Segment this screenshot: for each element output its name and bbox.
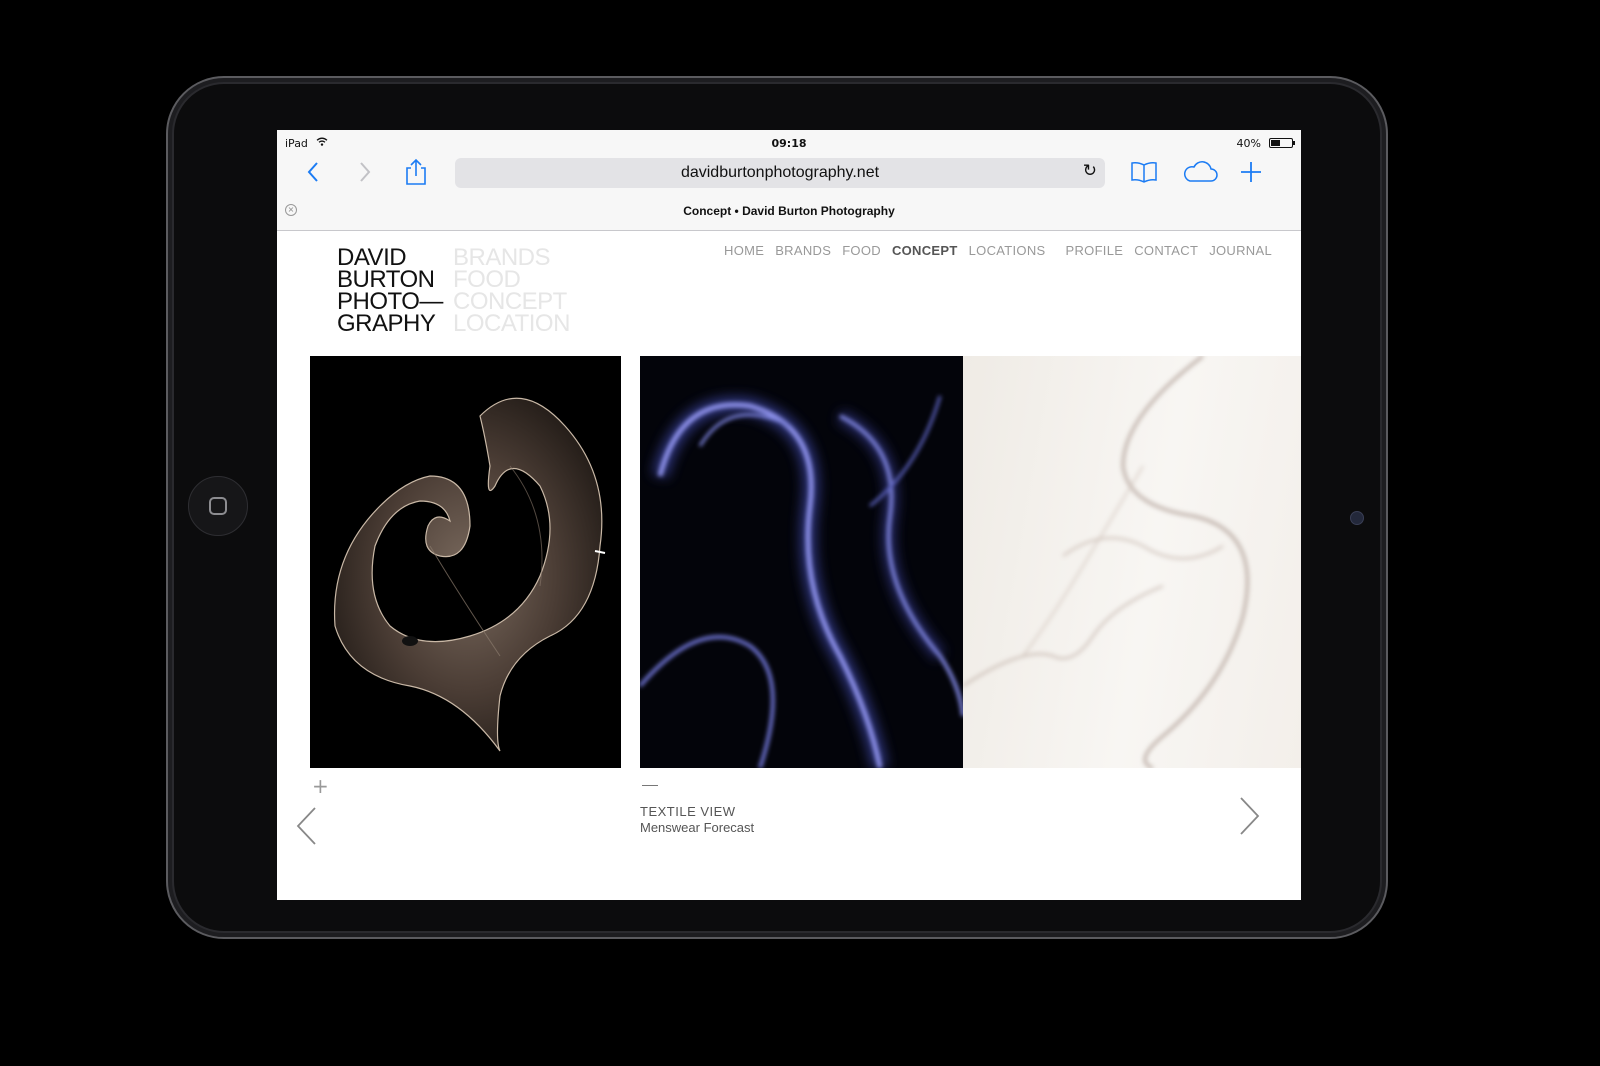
share-button[interactable] bbox=[403, 157, 429, 187]
clock: 09:18 bbox=[771, 137, 807, 150]
caption-subtitle: Menswear Forecast bbox=[640, 820, 755, 835]
status-bar: iPad 09:18 40% bbox=[277, 130, 1301, 152]
icloud-tabs-button[interactable] bbox=[1180, 157, 1220, 187]
front-camera bbox=[1350, 511, 1364, 525]
share-icon bbox=[406, 158, 426, 185]
next-arrow-icon[interactable] bbox=[1239, 796, 1261, 840]
plus-icon bbox=[1241, 162, 1261, 182]
site-logo[interactable]: DAVID BURTON PHOTO— GRAPHY bbox=[337, 246, 443, 337]
expand-plus-icon[interactable]: + bbox=[312, 774, 329, 798]
nav-journal[interactable]: JOURNAL bbox=[1209, 243, 1272, 258]
chevron-right-icon bbox=[360, 162, 371, 182]
screen: iPad 09:18 40% davidburtonphotography.ne… bbox=[277, 130, 1301, 900]
battery-icon bbox=[1269, 138, 1295, 148]
tab-title: Concept • David Burton Photography bbox=[683, 204, 895, 218]
nav-locations[interactable]: LOCATIONS bbox=[969, 243, 1046, 258]
chevron-left-icon bbox=[307, 162, 318, 182]
gallery-photo-white-smoke[interactable] bbox=[963, 356, 1301, 768]
cloud-icon bbox=[1184, 161, 1218, 182]
site-nav: HOME BRANDS FOOD CONCEPT LOCATIONS PROFI… bbox=[724, 243, 1283, 258]
nav-home[interactable]: HOME bbox=[724, 243, 764, 258]
battery-percent: 40% bbox=[1236, 137, 1261, 150]
nav-food[interactable]: FOOD bbox=[842, 243, 881, 258]
new-tab-button[interactable] bbox=[1239, 157, 1263, 187]
collapse-minus-icon[interactable] bbox=[642, 785, 658, 786]
gallery-photo-blue-smoke[interactable] bbox=[640, 356, 963, 768]
home-button[interactable] bbox=[188, 476, 248, 536]
address-bar[interactable]: davidburtonphotography.net ↻ bbox=[455, 158, 1105, 188]
safari-chrome: iPad 09:18 40% davidburtonphotography.ne… bbox=[277, 130, 1301, 231]
caption-title: TEXTILE VIEW bbox=[640, 804, 736, 819]
nav-concept[interactable]: CONCEPT bbox=[892, 243, 958, 258]
logo-categories: BRANDS FOOD CONCEPT LOCATION bbox=[453, 246, 570, 337]
logo-line: GRAPHY bbox=[337, 310, 436, 337]
book-icon bbox=[1131, 162, 1157, 183]
url-text: davidburtonphotography.net bbox=[680, 164, 880, 181]
forward-button[interactable] bbox=[353, 157, 377, 187]
nav-contact[interactable]: CONTACT bbox=[1134, 243, 1198, 258]
nav-brands[interactable]: BRANDS bbox=[775, 243, 831, 258]
logo-category: LOCATION bbox=[453, 310, 570, 337]
previous-arrow-icon[interactable] bbox=[295, 806, 317, 850]
nav-profile[interactable]: PROFILE bbox=[1066, 243, 1124, 258]
bookmarks-button[interactable] bbox=[1129, 157, 1159, 187]
reload-icon[interactable]: ↻ bbox=[1083, 161, 1097, 181]
back-button[interactable] bbox=[301, 157, 325, 187]
gallery-photo-leaf[interactable] bbox=[310, 356, 621, 768]
